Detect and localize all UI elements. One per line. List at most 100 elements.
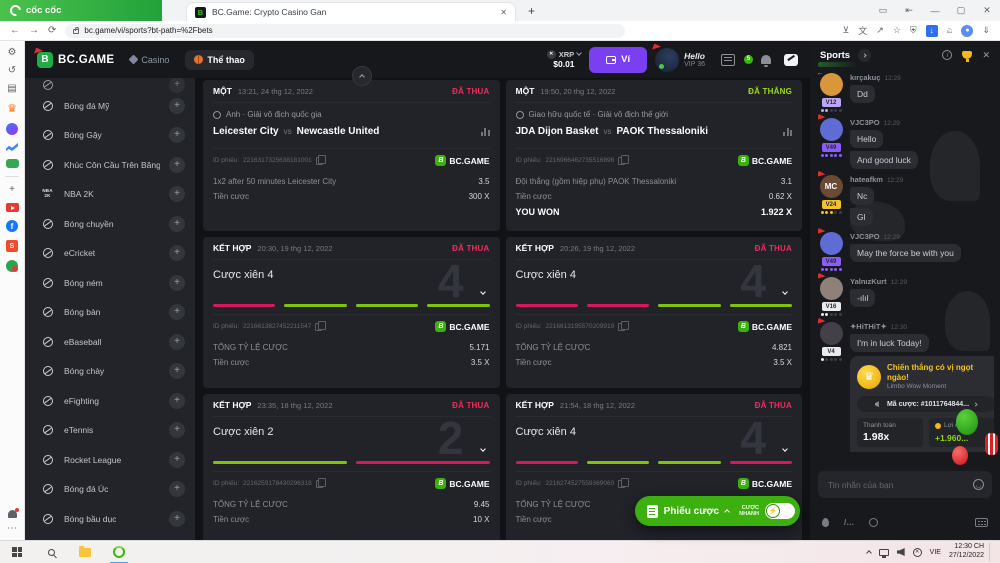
add-favorite-button[interactable]: + <box>169 422 185 438</box>
add-favorite-button[interactable]: + <box>169 275 185 291</box>
tab-search-icon[interactable]: ▭ <box>870 0 896 21</box>
add-favorite-button[interactable]: + <box>169 481 185 497</box>
sidebar-item-nba-2k[interactable]: NBA2KNBA 2K+ <box>25 180 195 210</box>
chat-message-input[interactable] <box>826 479 967 491</box>
taskbar-search-icon[interactable] <box>34 541 68 563</box>
forward-button[interactable]: → <box>29 26 39 36</box>
emoji-icon[interactable]: ◡ <box>973 479 984 490</box>
stats-icon[interactable] <box>481 128 490 136</box>
facebook-icon[interactable]: f <box>6 220 18 232</box>
more-icon[interactable]: ⋯ <box>7 524 17 534</box>
sidebar-item-rocket-league[interactable]: Rocket League+ <box>25 445 195 475</box>
coin-icon[interactable] <box>869 518 878 527</box>
bet-list-icon[interactable] <box>721 54 735 66</box>
copy-icon[interactable] <box>618 157 625 165</box>
sidebar-item-table-tennis[interactable]: Bóng bàn+ <box>25 298 195 328</box>
sidebar-item-efighting[interactable]: eFighting+ <box>25 386 195 416</box>
reload-button[interactable]: ⟳ <box>48 26 56 36</box>
add-favorite-button[interactable]: + <box>169 98 185 114</box>
download-extension-icon[interactable]: ↓ <box>926 25 938 37</box>
clock[interactable]: 12:30 CH 27/12/2022 <box>949 543 990 561</box>
maximize-button[interactable]: ▢ <box>948 0 974 21</box>
browser-tab[interactable]: B BC.Game: Crypto Casino Gan ✕ <box>186 2 516 21</box>
sidebar-item-rugby[interactable]: Bóng bầu dục+ <box>25 504 195 534</box>
coccoc-taskbar-icon[interactable] <box>102 541 136 563</box>
win-moment-card[interactable]: ♛Chiến thắng có vị ngọt ngào!Limbo Wow M… <box>850 356 994 452</box>
copy-icon[interactable] <box>618 323 625 331</box>
add-favorite-button[interactable]: + <box>169 363 185 379</box>
sidebar-item-ebaseball[interactable]: eBaseball+ <box>25 327 195 357</box>
sidebar-item-ecricket[interactable]: eCricket+ <box>25 239 195 269</box>
adblock-shield-icon[interactable]: ⛨ <box>910 25 917 36</box>
add-favorite-button[interactable]: + <box>169 452 185 468</box>
bell-icon[interactable] <box>761 55 771 64</box>
bookmark-star-icon[interactable]: ☆ <box>893 25 901 36</box>
url-bar[interactable]: bc.game/vi/sports?bt-path=%2Fbets <box>65 24 625 38</box>
bet-code-pill[interactable]: Mã cược: #1011764844... <box>857 396 994 412</box>
info-icon[interactable]: i <box>942 50 952 60</box>
close-window-button[interactable]: ✕ <box>974 0 1000 21</box>
chat-toggle-icon[interactable] <box>784 54 798 66</box>
chat-room-title[interactable]: Sports <box>820 50 850 61</box>
tray-x-icon[interactable]: ✕ <box>913 548 922 557</box>
add-favorite-button[interactable]: + <box>169 334 185 350</box>
rain-icon[interactable] <box>822 518 829 527</box>
downloads-icon[interactable]: ⇓ <box>982 25 990 36</box>
tray-expand-icon[interactable] <box>866 550 872 556</box>
sidebar-toggle-icon[interactable]: ⇤ <box>896 0 922 21</box>
sidebar-item-partial[interactable]: + <box>25 78 195 91</box>
reading-list-icon[interactable]: ▤ <box>7 84 16 94</box>
expand-caret-icon[interactable] <box>783 287 787 296</box>
new-tab-button[interactable]: + <box>516 0 547 21</box>
sidebar-item-ice-hockey[interactable]: Khúc Côn Cầu Trên Băng+ <box>25 150 195 180</box>
add-favorite-button[interactable]: + <box>169 245 185 261</box>
sidebar-item-american-football[interactable]: Bóng đá Mỹ+ <box>25 91 195 121</box>
bcgame-logo[interactable]: B BC.GAME <box>37 52 114 68</box>
sidebar-item-baseball[interactable]: Bóng chày+ <box>25 357 195 387</box>
nav-casino[interactable]: Casino <box>130 55 169 65</box>
sidebar-item-cricket[interactable]: Bóng Gậy+ <box>25 121 195 151</box>
sidebar-item-etennis[interactable]: eTennis+ <box>25 416 195 446</box>
tab-close-icon[interactable]: ✕ <box>500 8 507 17</box>
crown-rewards-icon[interactable]: ♛ <box>7 102 17 115</box>
add-favorite-button[interactable]: + <box>169 186 185 202</box>
language-indicator[interactable]: VIE <box>930 549 941 556</box>
messenger-icon[interactable] <box>6 123 18 135</box>
sidebar-item-handball[interactable]: Bóng ném+ <box>25 268 195 298</box>
expand-caret-icon[interactable] <box>783 444 787 453</box>
start-button[interactable] <box>0 541 34 563</box>
add-shortcut-icon[interactable]: + <box>9 185 15 195</box>
coccoc-brand[interactable]: cốc cốc <box>0 0 162 21</box>
add-favorite-button[interactable]: + <box>169 157 185 173</box>
copy-icon[interactable] <box>315 323 322 331</box>
notifications-icon[interactable] <box>8 510 17 518</box>
copy-icon[interactable] <box>316 157 323 165</box>
user-menu[interactable]: Hello VIP 36 <box>655 48 705 72</box>
scroll-top-button[interactable] <box>352 66 372 86</box>
games-icon[interactable] <box>6 159 19 168</box>
back-button[interactable]: ← <box>10 26 20 36</box>
add-favorite-button[interactable]: + <box>169 216 185 232</box>
quick-bet-toggle[interactable]: ⚡ <box>765 503 795 519</box>
chat-room-switcher[interactable] <box>858 49 871 62</box>
shopee-icon[interactable]: S <box>6 240 18 252</box>
sidebar-item-volleyball[interactable]: Bóng chuyền+ <box>25 209 195 239</box>
share-icon[interactable]: ↗ <box>876 25 884 36</box>
volume-icon[interactable] <box>897 548 905 556</box>
minimize-button[interactable]: — <box>922 0 948 21</box>
sidebar-item-aussie-rules[interactable]: Bóng đá Úc+ <box>25 475 195 505</box>
history-icon[interactable]: ↺ <box>8 66 16 76</box>
stats-icon[interactable] <box>783 128 792 136</box>
copy-icon[interactable] <box>316 480 323 488</box>
chart-app-icon[interactable] <box>6 143 18 151</box>
add-favorite-button[interactable]: + <box>169 511 185 527</box>
trophy-icon[interactable] <box>962 51 972 59</box>
expand-caret-icon[interactable] <box>481 287 485 296</box>
keyboard-icon[interactable] <box>975 518 988 527</box>
add-favorite-button[interactable]: + <box>169 393 185 409</box>
wallet-button[interactable]: Ví <box>589 47 647 73</box>
close-chat-icon[interactable]: ✕ <box>982 50 990 61</box>
nav-sports[interactable]: Thể thao <box>185 50 254 70</box>
translate-icon[interactable]: 文 <box>858 24 867 37</box>
copy-icon[interactable] <box>618 480 625 488</box>
